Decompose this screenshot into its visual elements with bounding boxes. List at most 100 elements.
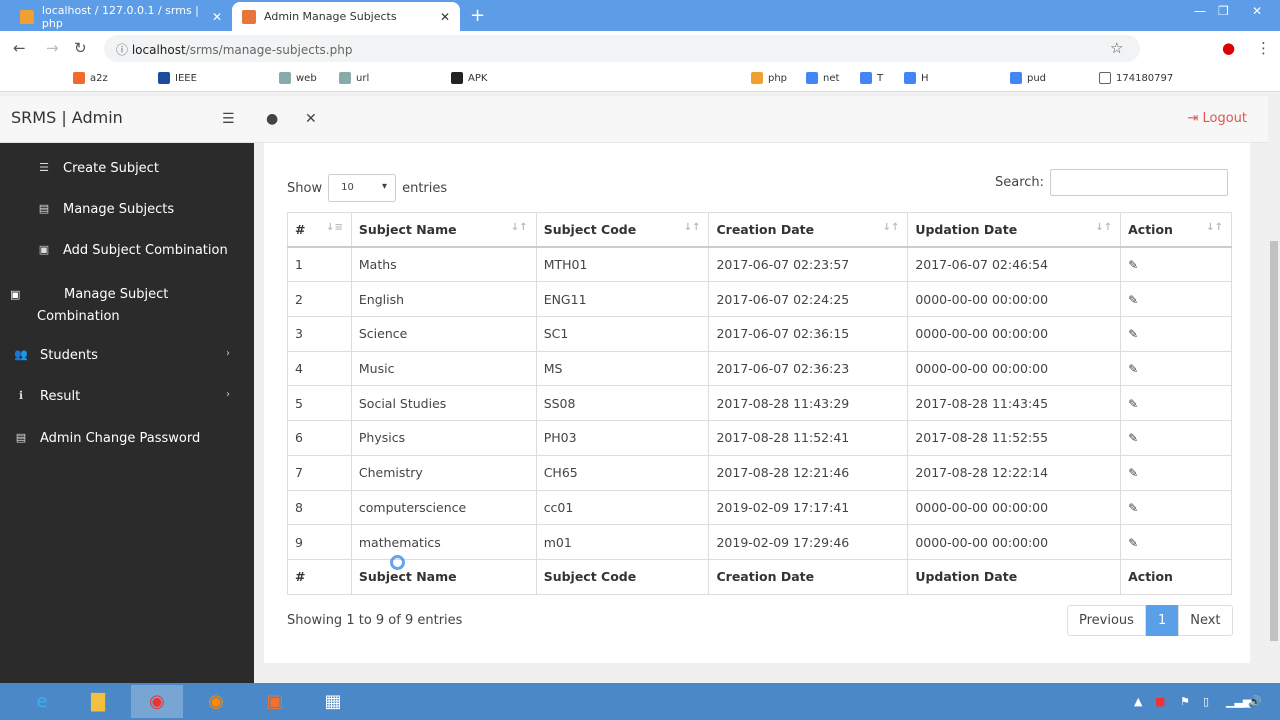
- edit-icon[interactable]: ✎: [1128, 536, 1138, 550]
- reload-icon[interactable]: ↻: [74, 39, 87, 57]
- bookmark[interactable]: a2z: [73, 72, 108, 84]
- sidebar-item-manage-subject-combination[interactable]: ▣ Manage Subject Combination: [10, 284, 207, 328]
- table-cell: 4: [287, 350, 352, 387]
- bookmark[interactable]: 174180797: [1099, 72, 1173, 84]
- column-header[interactable]: # ↓≡: [287, 212, 352, 249]
- bookmark[interactable]: APK: [451, 72, 487, 84]
- tab-admin-manage-subjects[interactable]: Admin Manage Subjects ✕: [232, 2, 460, 31]
- edit-icon[interactable]: ✎: [1128, 293, 1138, 307]
- bookmark[interactable]: H: [904, 72, 929, 84]
- table-cell: 2019-02-09 17:29:46: [708, 524, 909, 560]
- scrollbar-thumb[interactable]: [1270, 241, 1278, 641]
- battery-icon[interactable]: ▯: [1203, 695, 1209, 708]
- bookmark[interactable]: T: [860, 72, 883, 84]
- table-cell: 2017-08-28 11:43:29: [708, 385, 909, 422]
- action-cell: ✎: [1120, 316, 1232, 352]
- edit-icon[interactable]: ✎: [1128, 501, 1138, 515]
- minimize-button[interactable]: —: [1194, 4, 1206, 18]
- app-icon[interactable]: ▦: [307, 685, 359, 718]
- menu-icon[interactable]: ⋮: [1256, 39, 1271, 57]
- search-input[interactable]: [1050, 169, 1229, 196]
- toggle-sidebar-icon[interactable]: ☰: [222, 111, 235, 127]
- previous-button[interactable]: Previous: [1067, 605, 1146, 636]
- edit-icon[interactable]: ✎: [1128, 327, 1138, 341]
- sidebar-item-result[interactable]: ℹ Result ›: [14, 389, 244, 404]
- volume-icon[interactable]: 🔊: [1248, 695, 1262, 708]
- table-cell: 0000-00-00 00:00:00: [907, 350, 1122, 387]
- chrome-icon[interactable]: ◉: [131, 685, 183, 718]
- table-row: 9 mathematics m01 2019-02-09 17:29:46 0000-0…: [287, 524, 1232, 560]
- flag-icon[interactable]: ⚑: [1180, 695, 1190, 708]
- newspaper-icon: ▣: [38, 243, 50, 256]
- edit-icon[interactable]: ✎: [1128, 397, 1138, 411]
- edit-icon[interactable]: ✎: [1128, 431, 1138, 445]
- table-row: 6 Physics PH03 2017-08-28 11:52:41 2017-08-2…: [287, 420, 1232, 456]
- fullscreen-icon[interactable]: ✕: [305, 111, 317, 127]
- column-header[interactable]: Action ↓↑: [1120, 212, 1232, 249]
- column-header[interactable]: Updation Date ↓↑: [907, 212, 1122, 249]
- firefox-icon[interactable]: ◉: [190, 685, 242, 718]
- ie-icon[interactable]: e: [16, 685, 68, 718]
- sidebar-item-create-subject[interactable]: ☰ Create Subject: [37, 161, 159, 176]
- next-button[interactable]: Next: [1178, 605, 1233, 636]
- table-cell: 2017-06-07 02:24:25: [708, 281, 909, 318]
- close-window-button[interactable]: ✕: [1252, 4, 1262, 18]
- new-tab-button[interactable]: +: [470, 5, 485, 26]
- table-cell: 2017-06-07 02:36:15: [708, 316, 909, 352]
- close-tab-icon[interactable]: ✕: [440, 10, 450, 24]
- user-icon[interactable]: ●: [266, 111, 278, 127]
- table-cell: 2017-08-28 12:21:46: [708, 454, 909, 491]
- tab-phpmyadmin[interactable]: localhost / 127.0.0.1 / srms | php ✕: [10, 2, 232, 31]
- file-explorer-icon[interactable]: ▇: [72, 685, 124, 718]
- sort-icon: ↓↑: [510, 222, 528, 234]
- star-icon[interactable]: ☆: [1110, 39, 1123, 57]
- back-icon[interactable]: ←: [13, 39, 26, 57]
- table-cell: 2017-08-28 11:52:41: [708, 420, 909, 456]
- table-cell: Science: [350, 316, 537, 352]
- bookmark[interactable]: net: [806, 72, 839, 84]
- sort-icon: ↓≡: [326, 222, 343, 234]
- table-cell: 5: [287, 385, 352, 422]
- subjects-table: # ↓≡ Subject Name ↓↑ Subject Code ↓↑ Creation …: [287, 212, 1232, 595]
- action-cell: ✎: [1120, 385, 1232, 422]
- page-scrollbar[interactable]: [1268, 96, 1280, 683]
- sidebar-item-add-subject-combination[interactable]: ▣ Add Subject Combination: [37, 243, 228, 258]
- table-cell: mathematics: [350, 524, 537, 560]
- edit-icon[interactable]: ✎: [1128, 466, 1138, 480]
- table-row: 8 computerscience cc01 2019-02-09 17:17:41 0…: [287, 489, 1232, 526]
- bookmark[interactable]: url: [339, 72, 369, 84]
- bookmark[interactable]: web: [279, 72, 317, 84]
- tray-app-icon[interactable]: ■: [1155, 695, 1165, 708]
- close-tab-icon[interactable]: ✕: [212, 10, 222, 24]
- tray-expand-icon[interactable]: ▲: [1134, 695, 1142, 708]
- table-cell: Maths: [350, 246, 537, 283]
- edit-icon[interactable]: ✎: [1128, 362, 1138, 376]
- column-footer: Action: [1120, 558, 1232, 595]
- column-footer: Updation Date: [907, 558, 1122, 595]
- table-cell: SC1: [535, 316, 710, 352]
- table-cell: 9: [287, 524, 352, 560]
- entries-select[interactable]: 10: [328, 174, 397, 202]
- column-header[interactable]: Subject Code ↓↑: [535, 212, 710, 249]
- sidebar-item-manage-subjects[interactable]: ▤ Manage Subjects: [37, 202, 174, 217]
- column-header[interactable]: Creation Date ↓↑: [708, 212, 909, 249]
- sidebar-item-students[interactable]: 👥 Students ›: [14, 348, 244, 363]
- column-header[interactable]: Subject Name ↓↑: [350, 212, 537, 249]
- table-cell: MTH01: [535, 246, 710, 283]
- xampp-icon[interactable]: ▣: [249, 685, 301, 718]
- bookmark[interactable]: IEEE: [158, 72, 197, 84]
- page-1-button[interactable]: 1: [1145, 605, 1179, 636]
- logout-button[interactable]: ⇥ Logout: [1187, 111, 1247, 126]
- edit-icon[interactable]: ✎: [1128, 258, 1138, 272]
- restore-button[interactable]: ❐: [1218, 4, 1229, 18]
- forward-icon[interactable]: →: [46, 39, 59, 57]
- bookmark[interactable]: php: [751, 72, 787, 84]
- column-footer: Subject Name: [350, 558, 537, 595]
- url-input[interactable]: ⓘ localhost/srms/manage-subjects.php: [104, 35, 1140, 62]
- table-cell: Chemistry: [350, 454, 537, 491]
- sort-icon: ↓↑: [1095, 222, 1113, 234]
- extension-icon[interactable]: ●: [1222, 39, 1235, 57]
- table-cell: PH03: [535, 420, 710, 456]
- bookmark[interactable]: pud: [1010, 72, 1046, 84]
- sidebar-item-admin-change-password[interactable]: ▤ Admin Change Password: [14, 431, 200, 446]
